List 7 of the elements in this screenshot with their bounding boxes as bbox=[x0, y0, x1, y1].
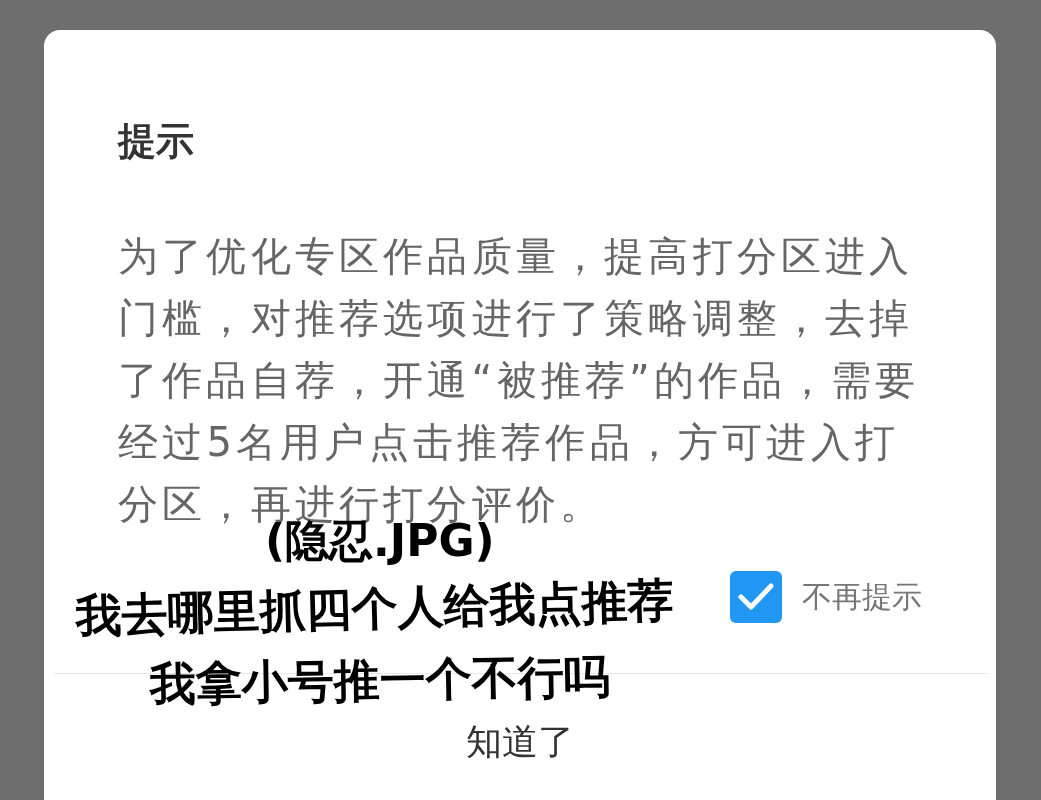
handwritten-note: 我拿小号推一个不行吗 bbox=[149, 648, 611, 713]
ok-button[interactable]: 知道了 bbox=[456, 714, 584, 771]
dialog-title: 提示 bbox=[118, 118, 194, 165]
checkbox[interactable] bbox=[730, 571, 782, 623]
handwritten-note: 我去哪里抓四个人给我点推荐 bbox=[75, 572, 675, 645]
check-icon bbox=[738, 582, 774, 612]
checkbox-label: 不再提示 bbox=[802, 577, 922, 616]
